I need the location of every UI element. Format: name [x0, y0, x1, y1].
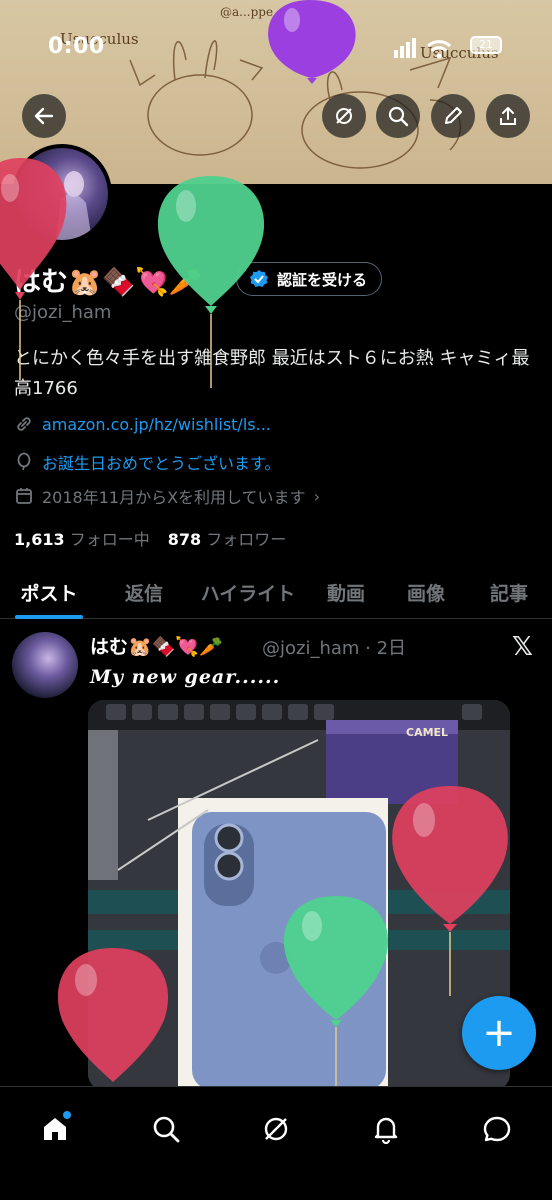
- chevron-right-icon: ›: [313, 486, 320, 506]
- tab-posts[interactable]: ポスト: [0, 566, 98, 618]
- profile-tabs: ポスト 返信 ハイライト 動画 画像 記事: [0, 566, 552, 619]
- status-time: 0:00: [48, 34, 105, 59]
- x-logo-icon: 𝕏: [512, 632, 533, 662]
- balloon-icon: [17, 452, 31, 471]
- photo-box-label: CAMEL: [406, 726, 448, 739]
- tab-videos[interactable]: 動画: [306, 566, 386, 618]
- nav-home[interactable]: [27, 1101, 83, 1157]
- back-button[interactable]: [22, 94, 66, 138]
- following-link[interactable]: 1,613 フォロー中: [14, 526, 150, 550]
- profile-birthday-row: お誕生日おめでとうございます。: [14, 450, 280, 474]
- battery-indicator: 21: [470, 36, 502, 54]
- calendar-icon: [16, 488, 32, 504]
- get-verified-label: 認証を受ける: [277, 270, 368, 289]
- compose-post-button[interactable]: +: [462, 996, 536, 1070]
- post-author-name[interactable]: はむ🐹🍫💘🥕: [90, 632, 223, 659]
- profile-website-link[interactable]: amazon.co.jp/hz/wishlist/ls...: [42, 415, 271, 434]
- nav-notifications[interactable]: [358, 1101, 414, 1157]
- grok-button[interactable]: [322, 94, 366, 138]
- balloon-red-bottom: [57, 948, 169, 1082]
- followers-link[interactable]: 878 フォロワー: [168, 526, 287, 550]
- nav-search[interactable]: [138, 1101, 194, 1157]
- following-label: フォロー中: [69, 530, 150, 549]
- grok-icon: [336, 108, 352, 124]
- balloon-green-top: [157, 176, 265, 388]
- follow-stats: 1,613 フォロー中 878 フォロワー: [14, 526, 286, 550]
- tab-highlights[interactable]: ハイライト: [190, 566, 306, 618]
- search-icon: [153, 1116, 179, 1143]
- nav-grok[interactable]: [248, 1101, 304, 1157]
- share-button[interactable]: [486, 94, 530, 138]
- profile-website-row[interactable]: amazon.co.jp/hz/wishlist/ls...: [14, 414, 271, 434]
- followers-label: フォロワー: [206, 530, 287, 549]
- nav-messages[interactable]: [469, 1101, 525, 1157]
- edit-icon: [445, 107, 462, 124]
- back-arrow-icon: [34, 107, 54, 125]
- profile-bio: とにかく色々手を出す雑食野郎 最近はスト６にお熱 キャミィ最高1766: [14, 348, 530, 399]
- post-avatar[interactable]: [12, 632, 78, 698]
- messages-icon: [483, 1116, 510, 1142]
- profile-joined-text: 2018年11月からXを利用しています: [42, 488, 306, 507]
- following-count: 1,613: [14, 530, 65, 549]
- link-icon: [17, 417, 31, 431]
- balloon-red-left: [0, 158, 67, 380]
- profile-birthday-text: お誕生日おめでとうございます。: [42, 454, 281, 473]
- share-icon: [500, 107, 516, 125]
- grok-icon: [264, 1117, 288, 1141]
- search-button[interactable]: [376, 94, 420, 138]
- balloon-green-bottom: [283, 896, 389, 1086]
- notifications-icon: [375, 1117, 398, 1144]
- followers-count: 878: [167, 530, 202, 549]
- profile-joined-row[interactable]: 2018年11月からXを利用しています ›: [14, 484, 320, 508]
- tab-replies[interactable]: 返信: [98, 566, 190, 618]
- search-icon: [388, 106, 409, 127]
- edit-button[interactable]: [431, 94, 475, 138]
- post-handle-time: @jozi_ham · 2日: [262, 638, 407, 659]
- tab-images[interactable]: 画像: [386, 566, 466, 618]
- bottom-navigation: [0, 1086, 552, 1200]
- balloon-purple: [268, 0, 356, 84]
- balloon-red-right: [392, 786, 508, 996]
- post-text: My new gear......: [90, 666, 281, 688]
- tab-articles[interactable]: 記事: [466, 566, 552, 618]
